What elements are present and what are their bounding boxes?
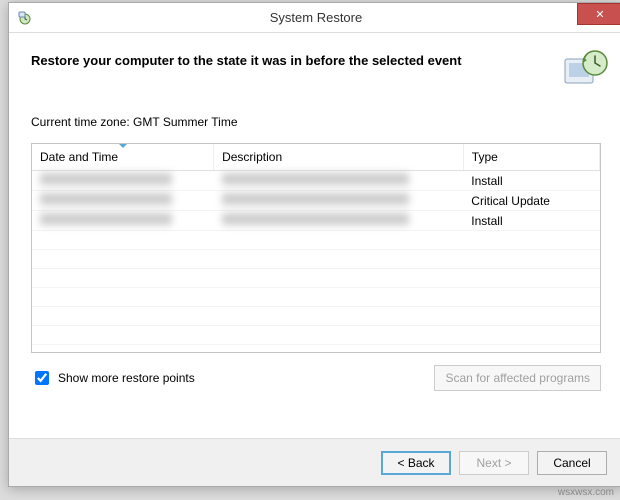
scan-affected-button[interactable]: Scan for affected programs	[434, 365, 601, 391]
window-title: System Restore	[9, 10, 620, 25]
column-date[interactable]: Date and Time	[32, 144, 214, 171]
blurred-date	[40, 173, 172, 185]
close-icon: ✕	[595, 8, 604, 21]
back-button[interactable]: < Back	[381, 451, 451, 475]
cell-type: Critical Update	[463, 191, 599, 211]
header-section: Restore your computer to the state it wa…	[9, 33, 620, 107]
table-row[interactable]	[32, 307, 600, 326]
cell-type: Install	[463, 211, 599, 231]
restore-points-table[interactable]: Date and Time Description Type Install	[31, 143, 601, 353]
restore-clock-icon	[563, 47, 609, 93]
watermark: wsxwsx.com	[558, 487, 614, 498]
blurred-desc	[222, 213, 409, 225]
table-row[interactable]	[32, 231, 600, 250]
table-row[interactable]	[32, 269, 600, 288]
blurred-desc	[222, 193, 409, 205]
blurred-date	[40, 213, 172, 225]
table-row[interactable]: Critical Update	[32, 191, 600, 211]
titlebar: System Restore ✕	[9, 3, 620, 33]
page-heading: Restore your computer to the state it wa…	[31, 53, 601, 68]
table-row[interactable]: Install	[32, 211, 600, 231]
content-area: Restore your computer to the state it wa…	[9, 33, 620, 391]
show-more-checkbox[interactable]	[35, 371, 49, 385]
system-restore-window: System Restore ✕ Restore your computer t…	[8, 2, 620, 487]
cell-type: Install	[463, 171, 599, 191]
next-button[interactable]: Next >	[459, 451, 529, 475]
wizard-footer: < Back Next > Cancel	[9, 438, 620, 486]
table-header-row: Date and Time Description Type	[32, 144, 600, 171]
sort-desc-icon	[118, 143, 128, 148]
show-more-checkbox-wrap[interactable]: Show more restore points	[31, 368, 195, 388]
blurred-date	[40, 193, 172, 205]
table-row[interactable]	[32, 250, 600, 269]
table-row[interactable]	[32, 288, 600, 307]
table-row[interactable]: Install	[32, 171, 600, 191]
table-row[interactable]	[32, 326, 600, 345]
show-more-label: Show more restore points	[58, 371, 195, 385]
close-button[interactable]: ✕	[577, 3, 620, 25]
timezone-label: Current time zone: GMT Summer Time	[9, 107, 620, 137]
column-type[interactable]: Type	[463, 144, 599, 171]
cancel-button[interactable]: Cancel	[537, 451, 607, 475]
blurred-desc	[222, 173, 409, 185]
table-footer-row: Show more restore points Scan for affect…	[9, 357, 620, 391]
column-description[interactable]: Description	[214, 144, 464, 171]
